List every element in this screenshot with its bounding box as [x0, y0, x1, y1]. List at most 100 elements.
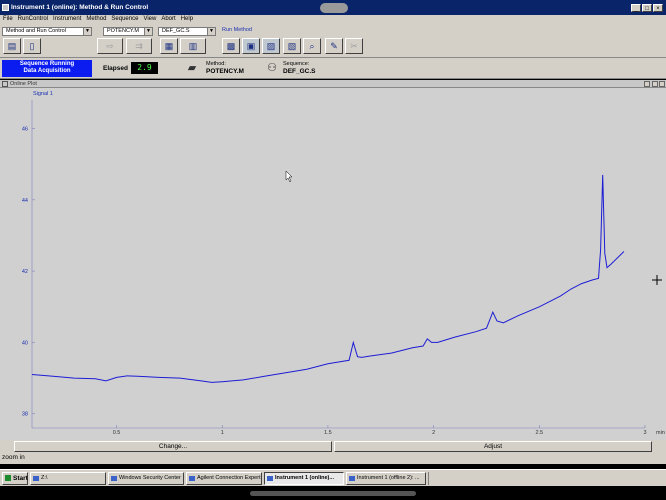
- minimize-button[interactable]: _: [631, 4, 641, 12]
- window-grip-handle[interactable]: [320, 3, 348, 13]
- monitor-icon: ▧: [287, 41, 297, 51]
- toolbar: Method and Run Control ▼ POTENCY.M ▼ DEF…: [0, 24, 666, 58]
- close-button[interactable]: ×: [653, 4, 663, 12]
- method-book-icon: ▰: [187, 62, 197, 74]
- report-button[interactable]: ⌕: [303, 38, 321, 54]
- plus-cursor-icon: [652, 275, 662, 285]
- taskbar-item-security-center[interactable]: Windows Security Center: [108, 472, 184, 485]
- elapsed-value: 2.9: [131, 62, 158, 74]
- data-analysis-button[interactable]: ✎: [325, 38, 343, 54]
- load-sequence-button[interactable]: ▦: [160, 38, 178, 54]
- plot-window-icon: [2, 81, 8, 87]
- signal-chart[interactable]: 38 40 42 44 46 0.5 1 1.5 2 2.5 3 min: [0, 88, 666, 440]
- taskbar-item-instrument-offline[interactable]: Instrument 1 (offline 2): ...: [346, 472, 426, 485]
- menu-instrument[interactable]: Instrument: [53, 15, 81, 24]
- sequence-status-value: DEF_GC.S: [283, 68, 316, 75]
- chevron-down-icon[interactable]: ▼: [207, 28, 215, 35]
- run-arrow-icon: ⇨: [106, 41, 114, 51]
- menu-abort[interactable]: Abort: [161, 15, 175, 24]
- method-info-button[interactable]: ▩: [222, 38, 240, 54]
- sequence-status-label: Sequence:: [283, 61, 310, 67]
- diagnostics-button[interactable]: ✂: [345, 38, 363, 54]
- change-button[interactable]: Change...: [14, 441, 332, 452]
- monitor-button[interactable]: ▧: [283, 38, 301, 54]
- plot-minimize-button[interactable]: [644, 81, 650, 87]
- online-plot[interactable]: Signal 1 38 40 42 44 46 0.5 1 1.5 2 2.5 3 min: [0, 88, 666, 440]
- vial-icon: ▯: [29, 41, 35, 51]
- y-tick-label: 38: [22, 412, 28, 418]
- mouse-pointer-icon: [285, 170, 293, 183]
- start-label: Start: [13, 475, 28, 482]
- plot-button-row: Change... Adjust: [0, 440, 666, 453]
- sequence-table-button[interactable]: ▥: [180, 38, 206, 54]
- app-icon: [2, 4, 9, 11]
- x-tick-label: 0.5: [113, 430, 121, 436]
- taskbar-item-drive[interactable]: Z:\: [30, 472, 106, 485]
- view-select[interactable]: Method and Run Control ▼: [2, 27, 92, 36]
- instrument-vials-button[interactable]: ▤: [3, 38, 21, 54]
- sequence-icon: ▦: [164, 41, 174, 51]
- window-title-bar: Instrument 1 (online): Method & Run Cont…: [0, 0, 666, 15]
- online-plot-button[interactable]: ▨: [262, 38, 280, 54]
- method-icon: ▩: [226, 41, 236, 51]
- sequence-vials-icon: ⚇: [267, 62, 277, 74]
- x-tick-label: 1.5: [324, 430, 332, 436]
- menu-sequence[interactable]: Sequence: [111, 15, 138, 24]
- sequence-status-line2: Data Acquisition: [23, 68, 71, 74]
- magnifier-icon: ⌕: [309, 41, 315, 51]
- method-select-value: POTENCY.M: [107, 28, 139, 34]
- taskbar: Start Z:\ Windows Security Center Agilen…: [0, 469, 666, 486]
- x-axis-unit: min: [656, 430, 665, 436]
- y-tick-label: 40: [22, 340, 28, 346]
- x-tick-label: 2.5: [535, 430, 543, 436]
- start-sequence-button[interactable]: ⇉: [126, 38, 152, 54]
- system-tray: [428, 472, 432, 485]
- chevron-down-icon[interactable]: ▼: [83, 28, 91, 35]
- windows-logo-icon: [5, 475, 11, 482]
- instrument-setup-button[interactable]: ▣: [242, 38, 260, 54]
- online-plot-titlebar: Online Plot: [0, 80, 666, 88]
- vial-row-icon: ▥: [188, 41, 198, 51]
- y-tick-label: 44: [22, 198, 28, 204]
- sequence-select-value: DEF_GC.S: [162, 28, 190, 34]
- zoom-status: zoom in: [0, 453, 666, 464]
- instrument-icon: ▣: [246, 41, 256, 51]
- method-select[interactable]: POTENCY.M ▼: [103, 27, 153, 36]
- x-tick-label: 3: [643, 430, 646, 436]
- start-run-button[interactable]: ⇨: [97, 38, 123, 54]
- zoom-status-text: zoom in: [2, 454, 25, 461]
- pipette-icon: ✎: [330, 41, 338, 51]
- plot-close-button[interactable]: [659, 81, 665, 87]
- menu-view[interactable]: View: [143, 15, 156, 24]
- single-vial-button[interactable]: ▯: [23, 38, 41, 54]
- sequence-arrow-icon: ⇉: [135, 41, 143, 51]
- taskbar-item-instrument-online[interactable]: Instrument 1 (online)...: [264, 472, 344, 485]
- method-status-label: Method:: [206, 61, 226, 67]
- sequence-status-line1: Sequence Running: [19, 61, 75, 67]
- start-button[interactable]: Start: [2, 472, 28, 485]
- run-method-label: Run Method: [222, 27, 252, 33]
- adjust-button[interactable]: Adjust: [334, 441, 652, 452]
- chevron-down-icon[interactable]: ▼: [144, 28, 152, 35]
- menu-help[interactable]: Help: [181, 15, 193, 24]
- x-tick-label: 2: [432, 430, 435, 436]
- method-status-value: POTENCY.M: [206, 68, 244, 75]
- menu-file[interactable]: File: [3, 15, 13, 24]
- view-select-value: Method and Run Control: [6, 28, 66, 34]
- tools-icon: ✂: [350, 41, 358, 51]
- menu-runcontrol[interactable]: RunControl: [18, 15, 48, 24]
- menu-bar: File RunControl Instrument Method Sequen…: [0, 15, 666, 24]
- plot-maximize-button[interactable]: [652, 81, 658, 87]
- vial-tray-icon: ▤: [7, 41, 17, 51]
- plot-icon: ▨: [266, 41, 276, 51]
- signal-trace: [31, 174, 625, 383]
- window-title: Instrument 1 (online): Method & Run Cont…: [11, 4, 149, 11]
- maximize-button[interactable]: □: [642, 4, 652, 12]
- online-plot-title: Online Plot: [10, 81, 37, 87]
- menu-method[interactable]: Method: [86, 15, 106, 24]
- taskbar-item-connection-expert[interactable]: Agilent Connection Expert: [186, 472, 262, 485]
- sequence-select[interactable]: DEF_GC.S ▼: [158, 27, 216, 36]
- y-tick-label: 46: [22, 127, 28, 133]
- x-tick-label: 1: [221, 430, 224, 436]
- home-indicator[interactable]: [250, 491, 416, 496]
